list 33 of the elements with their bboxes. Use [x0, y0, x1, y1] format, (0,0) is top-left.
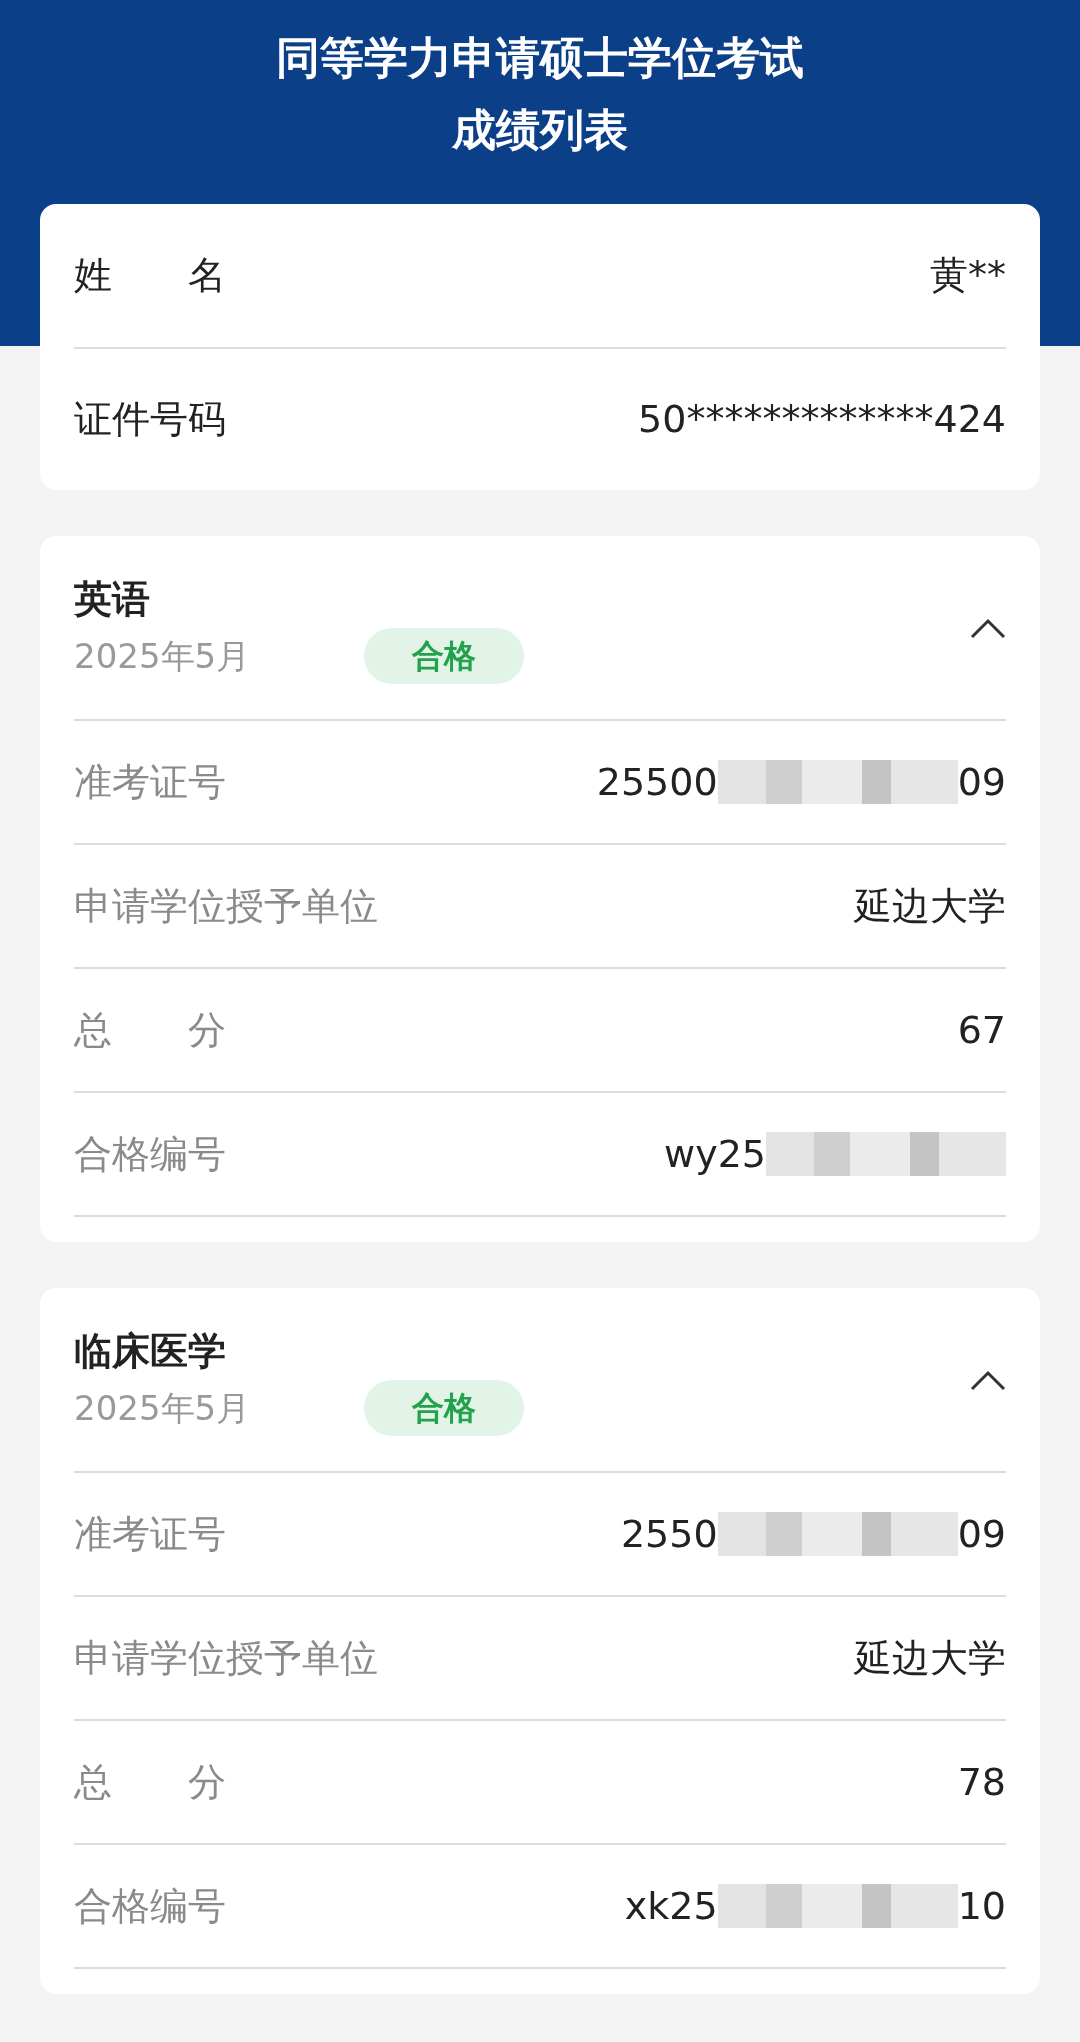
field-value: 延边大学	[854, 882, 1006, 930]
chevron-up-icon[interactable]	[970, 616, 1006, 639]
field-value: 黄**	[930, 252, 1006, 299]
field-label: 合格编号	[74, 1130, 226, 1178]
page-title: 成绩列表	[451, 103, 629, 157]
status-badge: 合格	[364, 628, 524, 684]
subject-name: 临床医学	[74, 1328, 227, 1375]
subject-name: 英语	[74, 576, 151, 623]
field-label: 证件号码	[74, 396, 226, 443]
field-label: 姓 名	[74, 252, 226, 299]
field-value: 延边大学	[854, 1634, 1006, 1682]
field-value: wy25	[664, 1130, 766, 1178]
field-label: 申请学位授予单位	[74, 1634, 378, 1682]
status-badge: 合格	[364, 1380, 524, 1436]
exam-date: 2025年5月	[74, 634, 252, 678]
chevron-up-icon[interactable]	[970, 1368, 1006, 1391]
field-label: 准考证号	[74, 758, 226, 806]
field-value: 2550	[620, 1510, 718, 1558]
field-value: xk25	[624, 1882, 718, 1930]
field-label: 准考证号	[74, 1510, 226, 1558]
field-value: 50*************424	[638, 396, 1006, 443]
field-label: 合格编号	[74, 1882, 226, 1930]
page-title: 同等学力申请硕士学位考试	[275, 31, 805, 85]
field-value: 10	[957, 1882, 1006, 1930]
field-label: 总 分	[74, 1006, 226, 1054]
field-label: 总 分	[74, 1758, 226, 1806]
field-value: 09	[957, 758, 1006, 806]
field-value: 67	[957, 1006, 1006, 1054]
field-value: 25500	[596, 758, 718, 806]
field-label: 申请学位授予单位	[74, 882, 378, 930]
field-value: 09	[957, 1510, 1006, 1558]
exam-date: 2025年5月	[74, 1386, 252, 1430]
field-value: 78	[957, 1758, 1006, 1806]
